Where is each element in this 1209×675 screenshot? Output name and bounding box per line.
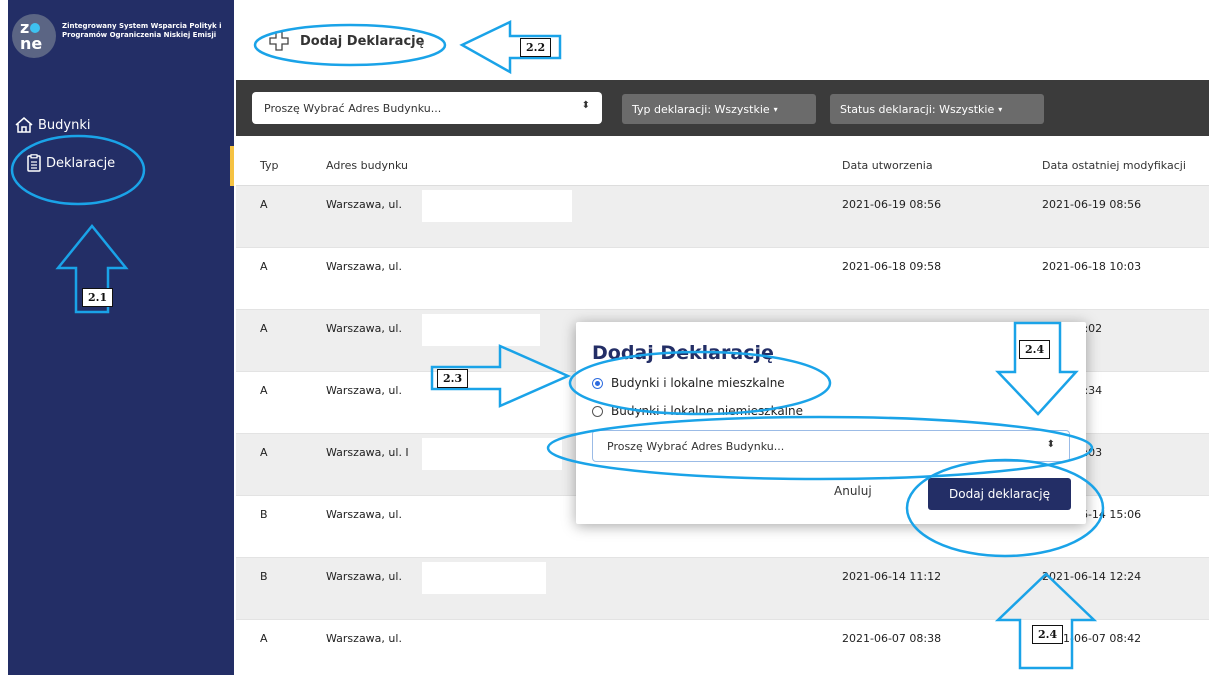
column-header-adres[interactable]: Adres budynku (326, 146, 408, 185)
cell-typ: A (260, 631, 268, 645)
cell-created: 2021-06-14 11:12 (842, 569, 942, 583)
sidebar-item-budynki[interactable]: Budynki (8, 110, 234, 140)
brand-name: Zintegrowany System Wsparcia Polityk i P… (62, 22, 222, 39)
radio-checked-icon (592, 377, 603, 389)
plus-icon (269, 31, 289, 51)
cell-typ: A (260, 383, 268, 397)
redaction-mask (422, 562, 546, 594)
radio-unchecked-icon (592, 405, 603, 417)
sidebar-item-deklaracje[interactable]: Deklaracje (8, 148, 234, 178)
radio-nonresidential[interactable]: Budynki i lokalne niemieszkalne (592, 404, 803, 418)
modal-address-select[interactable]: Proszę Wybrać Adres Budynku... ⬍ (592, 430, 1070, 462)
radio-residential[interactable]: Budynki i lokalne mieszkalne (592, 376, 785, 390)
clipboard-icon (27, 154, 41, 172)
modal-title: Dodaj Deklarację (592, 342, 774, 364)
column-header-modified[interactable]: Data ostatniej modyfikacji (1042, 146, 1186, 185)
select-arrows-icon: ⬍ (1046, 439, 1055, 450)
type-filter-dropdown[interactable]: Typ deklaracji: Wszystkie ▾ (622, 94, 816, 124)
table-row[interactable]: A Warszawa, ul. 2021-06-18 09:58 2021-06-18… (236, 248, 1209, 310)
cell-address: Warszawa, ul. (326, 321, 402, 335)
caret-down-icon: ▾ (773, 104, 778, 114)
radio-nonresidential-label: Budynki i lokalne niemieszkalne (611, 404, 804, 418)
cell-created: 2021-06-07 08:38 (842, 631, 942, 645)
table-row[interactable]: A Warszawa, ul. 2021-06-19 08:56 2021-06-19… (236, 186, 1209, 248)
step-label: 2.3 (437, 369, 469, 388)
column-header-typ[interactable]: Typ (260, 146, 279, 185)
cell-typ: A (260, 321, 268, 335)
house-icon (15, 117, 33, 133)
address-select[interactable]: Proszę Wybrać Adres Budynku... ⬍ (252, 92, 602, 124)
logo-dot (30, 23, 41, 33)
sidebar-item-label: Budynki (38, 117, 91, 133)
cell-modified: 2021-06-19 08:56 (1042, 197, 1142, 211)
cell-address: Warszawa, ul. (326, 259, 402, 273)
step-label: 2.1 (82, 288, 114, 307)
status-filter-dropdown[interactable]: Status deklaracji: Wszystkie ▾ (830, 94, 1044, 124)
cell-address: Warszawa, ul. (326, 507, 402, 521)
redaction-mask (422, 314, 540, 346)
cell-address: Warszawa, ul. I (326, 445, 409, 459)
table-header: Typ Adres budynku Data utworzenia Data o… (230, 146, 1209, 186)
redaction-mask (422, 500, 522, 532)
step-label: 2.4 (1032, 625, 1064, 644)
cell-created: 2021-06-18 09:58 (842, 259, 942, 273)
cell-typ: B (260, 507, 268, 521)
step-label: 2.2 (520, 38, 552, 57)
add-declaration-label: Dodaj Deklarację (300, 33, 425, 49)
cell-address: Warszawa, ul. (326, 631, 402, 645)
redaction-mask (422, 624, 658, 656)
cell-typ: A (260, 197, 268, 211)
column-header-created[interactable]: Data utworzenia (842, 146, 933, 185)
cell-address: Warszawa, ul. (326, 383, 402, 397)
logo: z ne (12, 14, 56, 58)
logo-text-bottom: ne (20, 34, 43, 53)
add-declaration-modal: Dodaj Deklarację Budynki i lokalne miesz… (576, 322, 1086, 524)
cell-typ: B (260, 569, 268, 583)
add-declaration-button[interactable]: Dodaj deklarację (928, 478, 1071, 510)
select-arrows-icon: ⬍ (581, 100, 590, 111)
cell-modified: 2021-06-18 10:03 (1042, 259, 1142, 273)
cell-typ: A (260, 445, 268, 459)
cell-typ: A (260, 259, 268, 273)
type-filter-label: Typ deklaracji: Wszystkie (632, 102, 770, 116)
redaction-mask (422, 438, 562, 470)
active-accent-bar (230, 146, 234, 186)
caret-down-icon: ▾ (998, 104, 1003, 114)
sidebar-item-label: Deklaracje (46, 155, 116, 171)
table-row[interactable]: B Warszawa, ul. 2021-06-14 11:12 2021-06-14… (236, 558, 1209, 620)
modal-address-select-value: Proszę Wybrać Adres Budynku... (607, 439, 785, 453)
add-declaration-link[interactable]: Dodaj Deklarację (268, 30, 424, 52)
cell-address: Warszawa, ul. (326, 197, 402, 211)
radio-residential-label: Budynki i lokalne mieszkalne (611, 376, 785, 390)
cell-created: 2021-06-19 08:56 (842, 197, 942, 211)
cancel-button[interactable]: Anuluj (834, 484, 872, 498)
cell-address: Warszawa, ul. (326, 569, 402, 583)
cell-modified: 2021-06-14 12:24 (1042, 569, 1142, 583)
redaction-mask (422, 252, 546, 284)
address-select-value: Proszę Wybrać Adres Budynku... (264, 101, 442, 115)
redaction-mask (422, 190, 572, 222)
filter-toolbar: Proszę Wybrać Adres Budynku... ⬍ Typ dek… (236, 80, 1209, 136)
step-label: 2.4 (1019, 340, 1051, 359)
sidebar: z ne Zintegrowany System Wsparcia Polity… (8, 0, 234, 675)
status-filter-label: Status deklaracji: Wszystkie (840, 102, 995, 116)
